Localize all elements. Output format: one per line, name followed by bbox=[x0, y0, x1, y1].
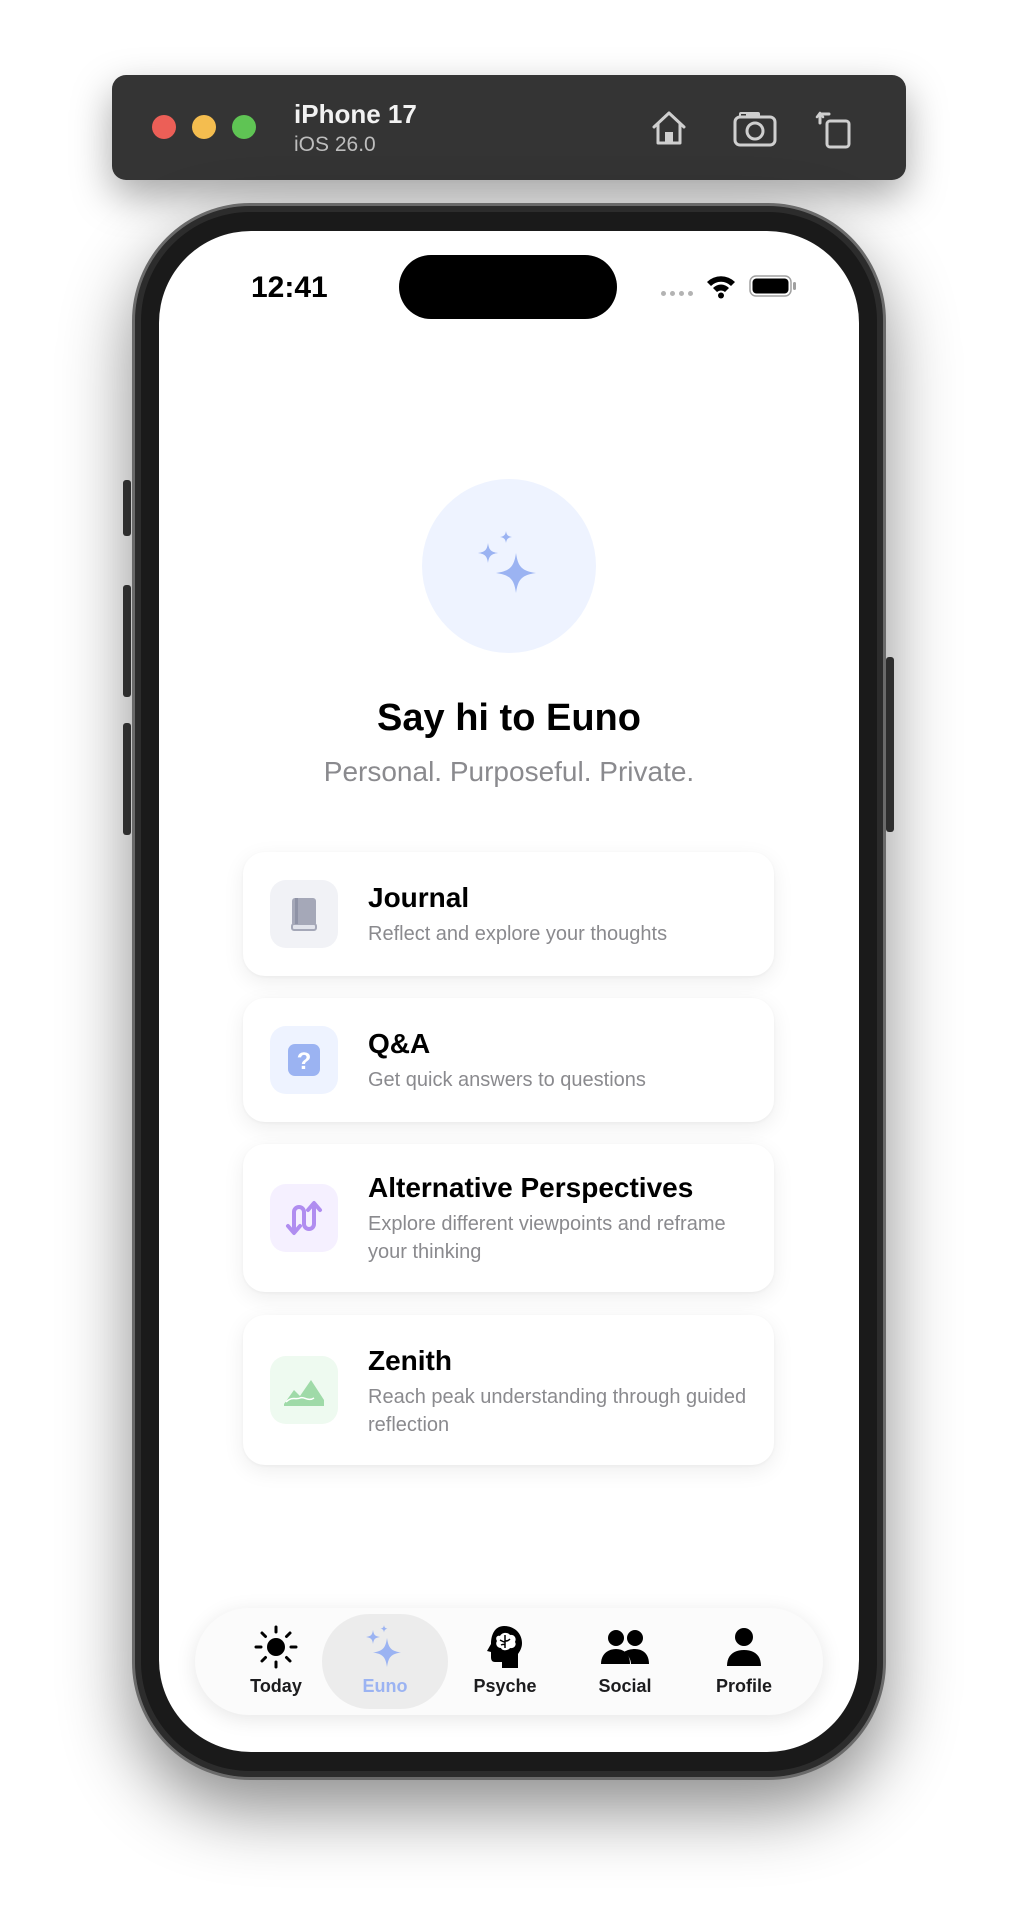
sun-icon bbox=[254, 1625, 298, 1669]
perspectives-icon-tile bbox=[270, 1184, 338, 1252]
device-name: iPhone 17 bbox=[294, 99, 417, 129]
tab-psyche[interactable]: Psyche bbox=[442, 1614, 568, 1709]
screenshot-icon bbox=[733, 112, 777, 147]
journal-card[interactable]: Journal Reflect and explore your thought… bbox=[243, 852, 774, 976]
tab-bar: Today Euno Psyche Social Profile bbox=[195, 1608, 823, 1715]
home-button[interactable] bbox=[646, 105, 692, 151]
question-icon: ? bbox=[288, 1044, 320, 1076]
side-power-button bbox=[886, 657, 894, 832]
status-time: 12:41 bbox=[251, 271, 328, 304]
alternative-perspectives-card[interactable]: Alternative Perspectives Explore differe… bbox=[243, 1144, 774, 1292]
tab-today[interactable]: Today bbox=[213, 1614, 339, 1709]
tab-label: Today bbox=[250, 1676, 302, 1696]
window-close-button[interactable] bbox=[152, 115, 176, 139]
card-title: Zenith bbox=[368, 1345, 452, 1376]
window-minimize-button[interactable] bbox=[192, 115, 216, 139]
wifi-icon bbox=[707, 276, 735, 299]
tab-euno[interactable]: Euno bbox=[322, 1614, 448, 1709]
cellular-signal-icon bbox=[661, 291, 693, 296]
book-icon bbox=[291, 898, 317, 931]
tab-label: Psyche bbox=[473, 1676, 537, 1696]
volume-up-button bbox=[123, 585, 131, 697]
window-zoom-button[interactable] bbox=[232, 115, 256, 139]
phone-screen: 12:41 Say hi to Euno Personal. Purposefu… bbox=[159, 231, 859, 1752]
people-icon bbox=[601, 1630, 649, 1664]
journal-icon-tile bbox=[270, 880, 338, 948]
qa-card[interactable]: ? Q&A Get quick answers to questions bbox=[243, 998, 774, 1122]
zenith-card[interactable]: Zenith Reach peak understanding through … bbox=[243, 1315, 774, 1465]
hero-subtitle: Personal. Purposeful. Private. bbox=[323, 756, 695, 787]
qa-icon-tile: ? bbox=[270, 1026, 338, 1094]
sparkles-icon bbox=[366, 1625, 401, 1667]
rotate-icon bbox=[815, 111, 851, 149]
tab-label: Social bbox=[598, 1676, 652, 1696]
mountains-icon bbox=[284, 1380, 324, 1406]
zenith-icon-tile bbox=[270, 1356, 338, 1424]
action-button bbox=[123, 480, 131, 536]
arrows-swap-icon bbox=[286, 1201, 322, 1235]
dynamic-island bbox=[399, 255, 617, 319]
card-description: Reach peak understanding through guided … bbox=[368, 1386, 747, 1436]
simulator-toolbar: iPhone 17 iOS 26.0 bbox=[112, 75, 906, 180]
card-description: Explore different viewpoints and reframe… bbox=[368, 1213, 726, 1263]
card-description: Get quick answers to questions bbox=[368, 1069, 646, 1091]
screenshot-button[interactable] bbox=[732, 105, 778, 151]
tab-label: Euno bbox=[362, 1676, 408, 1696]
svg-text:?: ? bbox=[297, 1048, 312, 1075]
person-icon bbox=[727, 1628, 761, 1666]
tab-social[interactable]: Social bbox=[562, 1614, 688, 1709]
card-title: Alternative Perspectives bbox=[368, 1172, 694, 1203]
tab-label: Profile bbox=[715, 1676, 772, 1696]
sparkles-icon bbox=[478, 531, 536, 593]
euno-hero-badge bbox=[422, 479, 596, 653]
hero-title: Say hi to Euno bbox=[377, 697, 641, 739]
home-icon bbox=[652, 111, 686, 145]
device-os-version: iOS 26.0 bbox=[294, 133, 376, 156]
tab-profile[interactable]: Profile bbox=[681, 1614, 807, 1709]
card-title: Q&A bbox=[368, 1028, 431, 1059]
card-title: Journal bbox=[368, 882, 470, 913]
card-description: Reflect and explore your thoughts bbox=[368, 923, 668, 945]
rotate-button[interactable] bbox=[812, 105, 858, 151]
brain-head-icon bbox=[487, 1626, 522, 1668]
battery-icon bbox=[749, 275, 796, 297]
volume-down-button bbox=[123, 723, 131, 835]
